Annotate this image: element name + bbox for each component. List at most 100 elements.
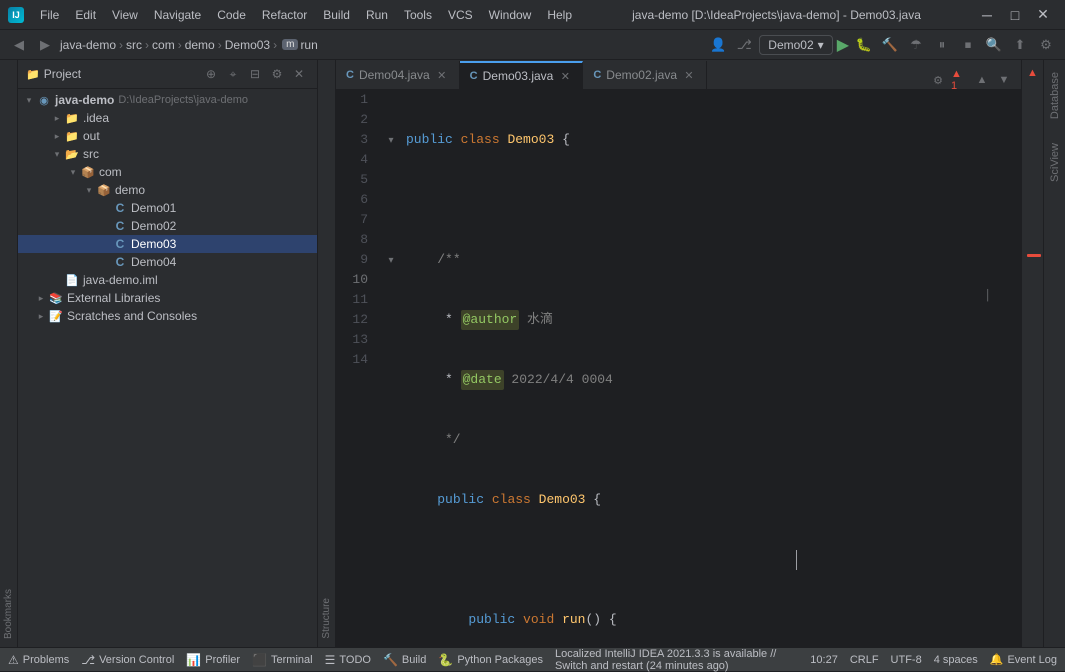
run-config-selector[interactable]: Demo02 ▾ — [759, 35, 832, 55]
tab-label-demo02: Demo02.java — [606, 68, 677, 82]
tree-item-out[interactable]: ▸ 📁 out — [18, 127, 317, 145]
menu-tools[interactable]: Tools — [396, 4, 440, 26]
todo-status[interactable]: ☰ TODO — [325, 653, 371, 667]
line-num-13: 13 — [336, 330, 376, 350]
menu-navigate[interactable]: Navigate — [146, 4, 209, 26]
breadcrumb-demo03[interactable]: Demo03 — [225, 38, 270, 52]
package-icon-com: 📦 — [80, 164, 96, 180]
breadcrumb-src[interactable]: src — [126, 38, 142, 52]
project-panel-close[interactable]: ✕ — [289, 64, 309, 84]
tree-item-demo03[interactable]: C Demo03 — [18, 235, 317, 253]
tab-settings-icon[interactable]: ⚙ — [929, 71, 947, 89]
menu-build[interactable]: Build — [315, 4, 358, 26]
tree-item-ext-libs[interactable]: ▸ 📚 External Libraries — [18, 289, 317, 307]
breadcrumb-com[interactable]: com — [152, 38, 175, 52]
package-icon-demo: 📦 — [96, 182, 112, 198]
tree-item-iml[interactable]: 📄 java-demo.iml — [18, 271, 317, 289]
status-message: Localized IntelliJ IDEA 2021.3.3 is avai… — [555, 648, 798, 672]
debug-button[interactable]: 🐛 — [853, 34, 875, 56]
navbar: ◀ ▶ java-demo › src › com › demo › Demo0… — [0, 30, 1065, 60]
tree-label-ext-libs: External Libraries — [67, 291, 160, 305]
search-button[interactable]: 🔍 — [983, 34, 1005, 56]
breadcrumb-project[interactable]: java-demo — [60, 38, 116, 52]
scroll-from-source-button[interactable]: ⌖ — [223, 64, 243, 84]
menu-help[interactable]: Help — [539, 4, 580, 26]
window-title: java-demo [D:\IdeaProjects\java-demo] - … — [580, 8, 973, 22]
menu-file[interactable]: File — [32, 4, 67, 26]
python-packages-label: Python Packages — [457, 654, 543, 666]
project-folder-icon: ◉ — [36, 92, 52, 108]
scroll-down-icon[interactable]: ▼ — [995, 71, 1013, 89]
tree-item-demo02[interactable]: C Demo02 — [18, 217, 317, 235]
back-button[interactable]: ◀ — [8, 34, 30, 56]
tree-item-demo01[interactable]: C Demo01 — [18, 199, 317, 217]
tree-item-java-demo[interactable]: ▾ ◉ java-demo D:\IdeaProjects\java-demo — [18, 91, 317, 109]
vcs-icon[interactable]: ⎇ — [733, 34, 755, 56]
code-line-1: public class Demo03 { — [406, 130, 1013, 150]
error-indicator[interactable]: ▲ — [1024, 64, 1042, 82]
tree-item-src[interactable]: ▾ 📂 src — [18, 145, 317, 163]
add-content-root-button[interactable]: ⊕ — [201, 64, 221, 84]
structure-label[interactable]: Structure — [318, 590, 335, 647]
terminal-label: Terminal — [271, 654, 313, 666]
pause-button[interactable]: ⏸ — [931, 34, 953, 56]
code-editor[interactable]: 1 2 3 4 5 6 7 8 9 10 11 12 13 14 ▾ — [336, 90, 1021, 647]
minimize-button[interactable]: ─ — [973, 0, 1001, 30]
version-control-status[interactable]: ⎇ Version Control — [81, 653, 174, 667]
scroll-up-icon[interactable]: ▲ — [973, 71, 991, 89]
app-icon: IJ — [8, 7, 24, 23]
tree-item-demo04[interactable]: C Demo04 — [18, 253, 317, 271]
breadcrumb-demo[interactable]: demo — [185, 38, 215, 52]
menu-edit[interactable]: Edit — [67, 4, 104, 26]
menu-run[interactable]: Run — [358, 4, 396, 26]
menu-window[interactable]: Window — [481, 4, 540, 26]
run-config-dropdown-icon: ▾ — [818, 38, 824, 52]
tree-arrow-demo: ▾ — [82, 183, 96, 197]
line-num-7: 7 — [336, 210, 376, 230]
version-control-label: Version Control — [99, 654, 174, 666]
run-button[interactable]: ▶ — [837, 35, 849, 55]
folder-icon-idea: 📁 — [64, 110, 80, 126]
update-button[interactable]: ⬆ — [1009, 34, 1031, 56]
menu-code[interactable]: Code — [209, 4, 254, 26]
coverage-button[interactable]: ☂ — [905, 34, 927, 56]
close-button[interactable]: ✕ — [1029, 0, 1057, 30]
menu-view[interactable]: View — [104, 4, 146, 26]
project-settings-button[interactable]: ⚙ — [267, 64, 287, 84]
tree-item-idea[interactable]: ▸ 📁 .idea — [18, 109, 317, 127]
bookmarks-label[interactable]: Bookmarks — [0, 581, 17, 647]
breadcrumb-run[interactable]: run — [300, 38, 317, 52]
tree-label-com: com — [99, 165, 122, 179]
tab-close-demo03[interactable]: ✕ — [558, 69, 572, 83]
terminal-status[interactable]: ⬛ Terminal — [252, 653, 313, 667]
settings-button[interactable]: ⚙ — [1035, 34, 1057, 56]
tree-item-com[interactable]: ▾ 📦 com — [18, 163, 317, 181]
problems-status[interactable]: ⚠ Problems — [8, 653, 69, 667]
tab-close-demo02[interactable]: ✕ — [682, 68, 696, 82]
charset-status[interactable]: UTF-8 — [891, 654, 922, 666]
tree-item-demo[interactable]: ▾ 📦 demo — [18, 181, 317, 199]
cursor-position[interactable]: 10:27 — [810, 654, 838, 666]
tab-demo04[interactable]: C Demo04.java ✕ — [336, 61, 460, 89]
database-tab[interactable]: Database — [1045, 60, 1065, 131]
event-log[interactable]: 🔔 Event Log — [990, 653, 1057, 666]
tab-demo03[interactable]: C Demo03.java ✕ — [460, 61, 584, 89]
stop-button[interactable]: ⏹ — [957, 34, 979, 56]
maximize-button[interactable]: □ — [1001, 0, 1029, 30]
menu-refactor[interactable]: Refactor — [254, 4, 315, 26]
build-status[interactable]: 🔨 Build — [383, 653, 426, 667]
code-content[interactable]: public class Demo03 { /** * @author 水滴 *… — [398, 90, 1021, 647]
python-packages-status[interactable]: 🐍 Python Packages — [438, 653, 543, 667]
collapse-all-button[interactable]: ⊟ — [245, 64, 265, 84]
line-ending[interactable]: CRLF — [850, 654, 879, 666]
user-icon[interactable]: 👤 — [707, 34, 729, 56]
build-button[interactable]: 🔨 — [879, 34, 901, 56]
sciview-tab[interactable]: SciView — [1045, 131, 1065, 194]
profiler-status[interactable]: 📊 Profiler — [186, 653, 240, 667]
tree-item-scratches[interactable]: ▸ 📝 Scratches and Consoles — [18, 307, 317, 325]
tab-demo02[interactable]: C Demo02.java ✕ — [583, 61, 707, 89]
forward-button[interactable]: ▶ — [34, 34, 56, 56]
indent-status[interactable]: 4 spaces — [934, 654, 978, 666]
tab-close-demo04[interactable]: ✕ — [435, 68, 449, 82]
menu-vcs[interactable]: VCS — [440, 4, 481, 26]
